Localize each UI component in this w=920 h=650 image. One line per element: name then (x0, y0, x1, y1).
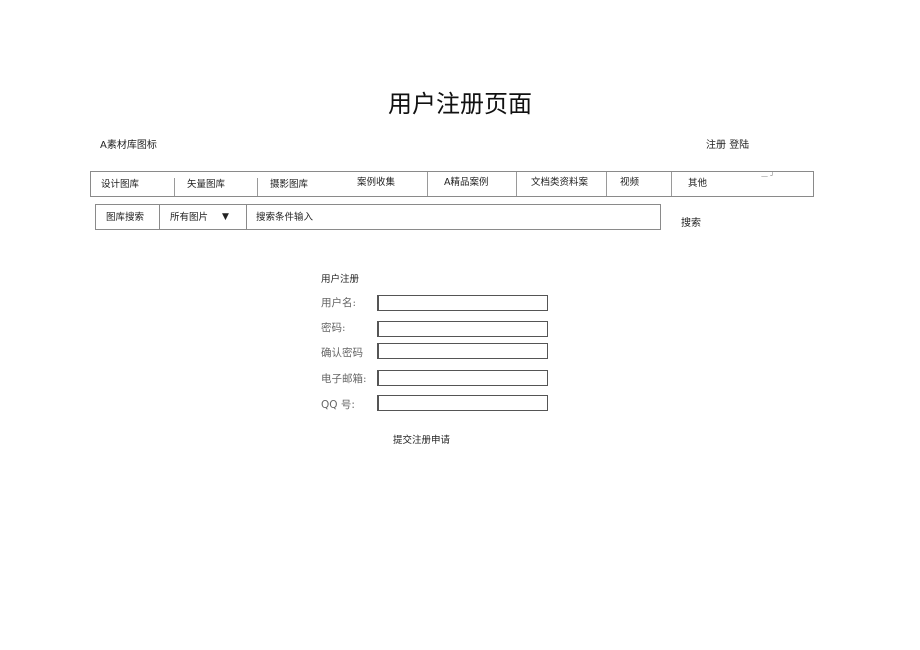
nav-item-case-collection[interactable]: 案例收集 (357, 170, 395, 194)
nav-item-design-gallery[interactable]: 设计图库 (101, 172, 139, 196)
nav-item-vector-gallery[interactable]: 矢量图库 (187, 172, 225, 196)
confirm-password-field[interactable] (377, 343, 548, 359)
submit-registration-button[interactable]: 提交注册申请 (393, 432, 450, 446)
nav-divider (516, 172, 517, 196)
login-link[interactable]: 登陆 (729, 140, 749, 151)
nav-item-premium-cases[interactable]: A精品案例 (444, 170, 489, 194)
qq-label: QQ 号: (321, 399, 355, 411)
nav-item-documents[interactable]: 文档类资料案 (531, 170, 588, 194)
auth-links: 注册 登陆 (706, 136, 749, 151)
register-link[interactable]: 注册 (706, 140, 726, 151)
main-nav: 设计图库 矢量图库 摄影图库 案例收集 A精品案例 文档类资料案 视频 其他 —… (90, 171, 814, 197)
qq-field[interactable] (377, 395, 548, 411)
category-select[interactable]: 所有图片 ▼ (170, 205, 250, 229)
nav-divider (174, 178, 175, 196)
page-title: 用户注册页面 (388, 90, 532, 118)
search-button[interactable]: 搜索 (681, 214, 701, 229)
nav-item-other[interactable]: 其他 (688, 171, 707, 195)
nav-divider (257, 178, 258, 196)
nav-divider (671, 172, 672, 196)
search-divider (159, 205, 160, 229)
search-label: 图库搜索 (106, 212, 145, 223)
nav-divider (427, 172, 428, 196)
username-field[interactable] (377, 295, 548, 311)
email-label: 电子邮箱: (321, 373, 367, 385)
site-logo[interactable]: A素材库图标 (100, 136, 157, 151)
password-field[interactable] (377, 321, 548, 337)
confirm-password-label: 确认密码 (321, 347, 363, 359)
category-selected-value: 所有图片 (170, 212, 209, 223)
search-input[interactable]: 搜索条件输入 (256, 205, 656, 229)
nav-divider (606, 172, 607, 196)
search-divider (246, 205, 247, 229)
password-label: 密码: (321, 322, 346, 334)
decorative-mark: — ╯ (761, 172, 775, 180)
chevron-down-icon[interactable]: ▼ (222, 205, 229, 230)
form-title: 用户注册 (321, 274, 360, 285)
username-label: 用户名: (321, 297, 357, 309)
nav-item-photo-gallery[interactable]: 摄影图库 (270, 172, 308, 196)
search-bar: 图库搜索 所有图片 ▼ 搜索条件输入 (95, 204, 661, 230)
email-field[interactable] (377, 370, 548, 386)
nav-item-video[interactable]: 视频 (620, 170, 639, 194)
